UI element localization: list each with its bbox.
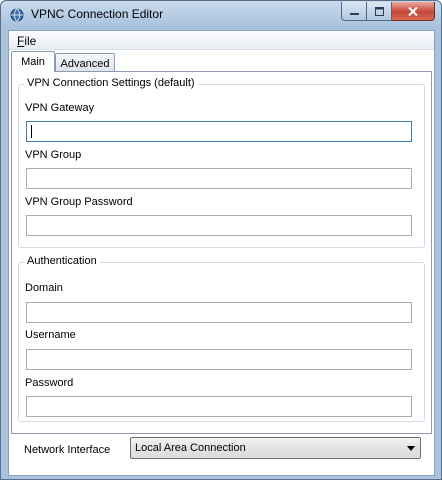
domain-input[interactable] (27, 303, 411, 322)
vpn-gateway-label: VPN Gateway (25, 102, 95, 114)
network-interface-dropdown[interactable]: Local Area Connection (130, 437, 421, 459)
maximize-icon (374, 6, 384, 16)
password-label: Password (25, 377, 74, 389)
close-button[interactable] (392, 2, 435, 21)
window-title: VPNC Connection Editor (31, 7, 164, 21)
vpn-group-label: VPN Group (25, 149, 82, 161)
vpnc-app-icon (10, 8, 24, 22)
username-input[interactable] (27, 350, 411, 369)
dropdown-arrow-icon (407, 446, 415, 451)
username-field[interactable] (26, 349, 412, 370)
tab-advanced[interactable]: Advanced (55, 53, 115, 73)
domain-label: Domain (25, 282, 63, 294)
vpn-group-input[interactable] (27, 169, 411, 188)
domain-field[interactable] (26, 302, 412, 323)
tab-advanced-label: Advanced (60, 57, 110, 70)
vpn-group-password-input[interactable] (27, 216, 411, 235)
minimize-icon (349, 12, 359, 15)
vpn-settings-legend: VPN Connection Settings (default) (24, 77, 198, 89)
menu-file[interactable]: File (15, 33, 38, 49)
main-tab-panel: VPN Connection Settings (default) VPN Ga… (11, 71, 432, 434)
tab-main[interactable]: Main (11, 51, 55, 72)
caption-buttons (341, 2, 435, 21)
username-label: Username (25, 329, 76, 341)
vpn-group-field[interactable] (26, 168, 412, 189)
window-client-area: File Main Advanced VPN Connection Settin… (8, 30, 435, 476)
vpn-gateway-input[interactable] (27, 122, 411, 141)
authentication-legend: Authentication (24, 255, 100, 267)
menu-bar: File (9, 31, 434, 50)
network-interface-label: Network Interface (24, 444, 111, 456)
text-caret (31, 125, 32, 138)
close-icon (408, 6, 418, 16)
network-interface-selected: Local Area Connection (135, 442, 246, 454)
vpn-gateway-field[interactable] (26, 121, 412, 142)
maximize-button[interactable] (367, 2, 392, 21)
vpn-group-password-field[interactable] (26, 215, 412, 236)
password-input[interactable] (27, 397, 411, 416)
title-bar[interactable]: VPNC Connection Editor (1, 1, 441, 29)
app-window: VPNC Connection Editor File Main Advance… (0, 0, 442, 480)
tab-main-label: Main (21, 56, 45, 68)
minimize-button[interactable] (341, 2, 367, 21)
vpn-group-password-label: VPN Group Password (25, 196, 133, 208)
password-field[interactable] (26, 396, 412, 417)
menu-file-label: ile (24, 34, 37, 48)
